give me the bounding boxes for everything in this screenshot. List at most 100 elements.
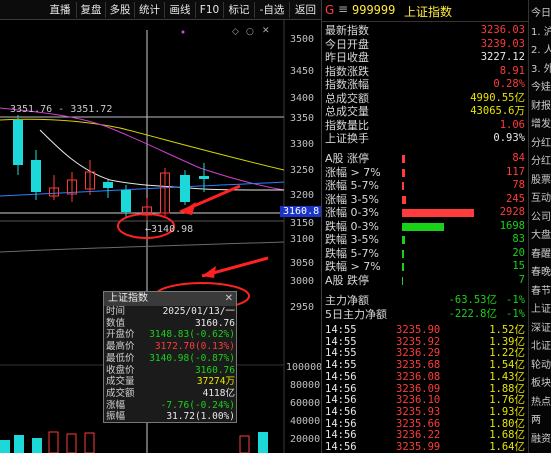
sidebar-item[interactable]: 春醒 — [531, 245, 551, 260]
breadth-label: 跌幅 3-5% — [325, 233, 379, 246]
sidebar-item[interactable]: 2. 人 — [531, 41, 551, 56]
tick-time: 14:56 — [325, 382, 357, 395]
sidebar-item[interactable]: 两 — [531, 411, 541, 426]
diamond-icon: ◇ — [232, 27, 239, 37]
price-tick: 3250 — [290, 165, 315, 176]
toolbar-button-f10[interactable]: F10 — [196, 2, 224, 18]
popup-value: 2025/01/13/一 — [162, 306, 235, 317]
tick-volume: 1.22亿 — [489, 347, 525, 360]
capital-flow-row[interactable]: 主力净额 -63.53亿 -1% — [322, 294, 529, 307]
tick-volume: 1.80亿 — [489, 417, 525, 430]
breadth-bar — [402, 209, 474, 217]
breadth-row[interactable]: 跌幅 > 7% 15 — [322, 260, 529, 273]
tick-time: 14:55 — [325, 347, 357, 360]
popup-key: 最低价 — [106, 352, 135, 364]
tick-price: 3235.92 — [396, 335, 441, 348]
candle-info-popup[interactable]: 上证指数 ✕ 时间 2025/01/13/一 数值 3160.76 开盘价 3148.83… — [103, 291, 237, 423]
quote-row: 指数涨跌 8.91 — [322, 65, 529, 78]
quote-value: 3236.03 — [480, 24, 525, 36]
quote-row: 最新指数 3236.03 — [322, 24, 529, 37]
tick-volume: 1.88亿 — [489, 382, 525, 395]
sidebar-item[interactable]: 财报 — [531, 97, 551, 112]
tick-row: 14:55 3235.92 1.39亿 — [322, 336, 529, 348]
popup-key: 开盘价 — [106, 329, 135, 341]
sidebar-item[interactable]: 1. 沪 — [531, 23, 551, 38]
menu-icon[interactable]: ≡ — [338, 2, 348, 16]
volume-tick: 40000 — [290, 416, 321, 427]
quote-label: 上证换手 — [325, 132, 369, 145]
breadth-bar — [402, 222, 444, 231]
capital-flow-row[interactable]: 5日主力净额 -222.8亿 -1% — [322, 308, 529, 321]
sidebar-item[interactable]: 春节 — [531, 282, 551, 297]
sidebar-item[interactable]: 互动 — [531, 189, 551, 204]
breadth-label: A股 跌停 — [325, 273, 370, 287]
tick-time: 14:55 — [325, 359, 357, 372]
tick-volume: 1.93亿 — [489, 405, 525, 418]
popup-row: 开盘价 3148.83(-0.62%) — [104, 329, 238, 341]
toolbar-button-stats[interactable]: 统计 — [135, 2, 165, 18]
toolbar-button-mark[interactable]: 标记 — [224, 2, 255, 18]
quote-row: 总成交额 4990.55亿 — [322, 92, 529, 105]
sidebar-item[interactable]: 分红 — [531, 134, 551, 149]
breadth-label: 跌幅 0-3% — [325, 219, 379, 233]
breadth-row[interactable]: A股 跌停 7 — [322, 274, 529, 287]
breadth-value: 83 — [512, 233, 525, 245]
toolbar-button-draw[interactable]: 画线 — [165, 2, 196, 18]
sidebar-item[interactable]: 上证 — [531, 300, 551, 315]
sidebar-item[interactable]: 热点 — [531, 393, 551, 408]
breadth-row[interactable]: A股 涨停 84 — [322, 152, 529, 165]
sidebar-item[interactable]: 春晚 — [531, 263, 551, 278]
toolbar-button-replay[interactable]: 复盘 — [77, 2, 106, 18]
tick-volume: 1.52亿 — [489, 324, 525, 336]
close-icon: ✕ — [262, 26, 270, 36]
volume-tick: 60000 — [290, 398, 321, 409]
sidebar-item[interactable]: 今日 — [531, 4, 551, 19]
quote-value: 1.06 — [499, 118, 525, 131]
sidebar-item[interactable]: 板块 — [531, 374, 551, 389]
breadth-row[interactable]: 涨幅 5-7% 78 — [322, 179, 529, 192]
breadth-row[interactable]: 跌幅 5-7% 20 — [322, 247, 529, 260]
toolbar-button-live[interactable]: 直播 — [44, 2, 77, 18]
sidebar-item[interactable]: 3. 外 — [531, 60, 551, 75]
breadth-row[interactable]: 涨幅 3-5% 245 — [322, 193, 529, 206]
breadth-bar — [402, 249, 404, 258]
sidebar-item[interactable]: 融资 — [531, 430, 551, 445]
tick-row: 14:56 3236.09 1.88亿 — [322, 383, 529, 395]
sidebar-item[interactable]: 股票 — [531, 171, 551, 186]
tick-time: 14:56 — [325, 417, 357, 430]
quote-row: 上证换手 0.93% — [322, 132, 529, 145]
tick-row: 14:56 3236.08 1.43亿 — [322, 371, 529, 383]
tick-price: 3236.22 — [396, 429, 441, 442]
tick-row: 14:55 3236.29 1.22亿 — [322, 347, 529, 359]
sidebar-item[interactable]: 北证 — [531, 337, 551, 352]
breadth-bar — [402, 168, 405, 177]
popup-value: 37274万 — [196, 376, 235, 388]
crosshair-price-label: 3160.8 — [280, 206, 323, 217]
sidebar-item[interactable]: 分红 — [531, 152, 551, 167]
quote-value: 43065.6万 — [470, 105, 525, 117]
breadth-row[interactable]: 涨幅 > 7% 117 — [322, 166, 529, 179]
sidebar-item[interactable]: 今娃 — [531, 78, 551, 93]
close-icon[interactable]: ✕ — [225, 293, 233, 304]
sidebar-item[interactable]: 大盘 — [531, 226, 551, 241]
popup-key: 数值 — [106, 317, 126, 329]
toolbar-button-remove-watch[interactable]: -自选 — [255, 2, 290, 18]
breadth-row[interactable]: 跌幅 3-5% 83 — [322, 233, 529, 246]
breadth-label: 涨幅 0-3% — [325, 206, 379, 219]
sidebar-item[interactable]: 公司 — [531, 208, 551, 223]
toolbar-button-multi[interactable]: 多股 — [106, 2, 135, 18]
sidebar-item[interactable]: 深证 — [531, 319, 551, 334]
sidebar-item[interactable]: 增发 — [531, 115, 551, 130]
tick-price: 3236.10 — [396, 394, 441, 407]
popup-row: 振幅 31.72(1.00%) — [104, 411, 238, 423]
breadth-row[interactable]: 涨幅 0-3% 2928 — [322, 206, 529, 219]
price-tick: 3050 — [290, 258, 315, 269]
breadth-bar — [402, 182, 404, 190]
breadth-bar — [402, 236, 405, 244]
popup-key: 振幅 — [106, 411, 126, 423]
quote-value: 0.28% — [493, 78, 525, 90]
breadth-row[interactable]: 跌幅 0-3% 1698 — [322, 220, 529, 233]
quote-row: 指数量比 1.06 — [322, 119, 529, 132]
sidebar-item[interactable]: 轮动 — [531, 356, 551, 371]
toolbar-button-back[interactable]: 返回 — [290, 2, 321, 18]
